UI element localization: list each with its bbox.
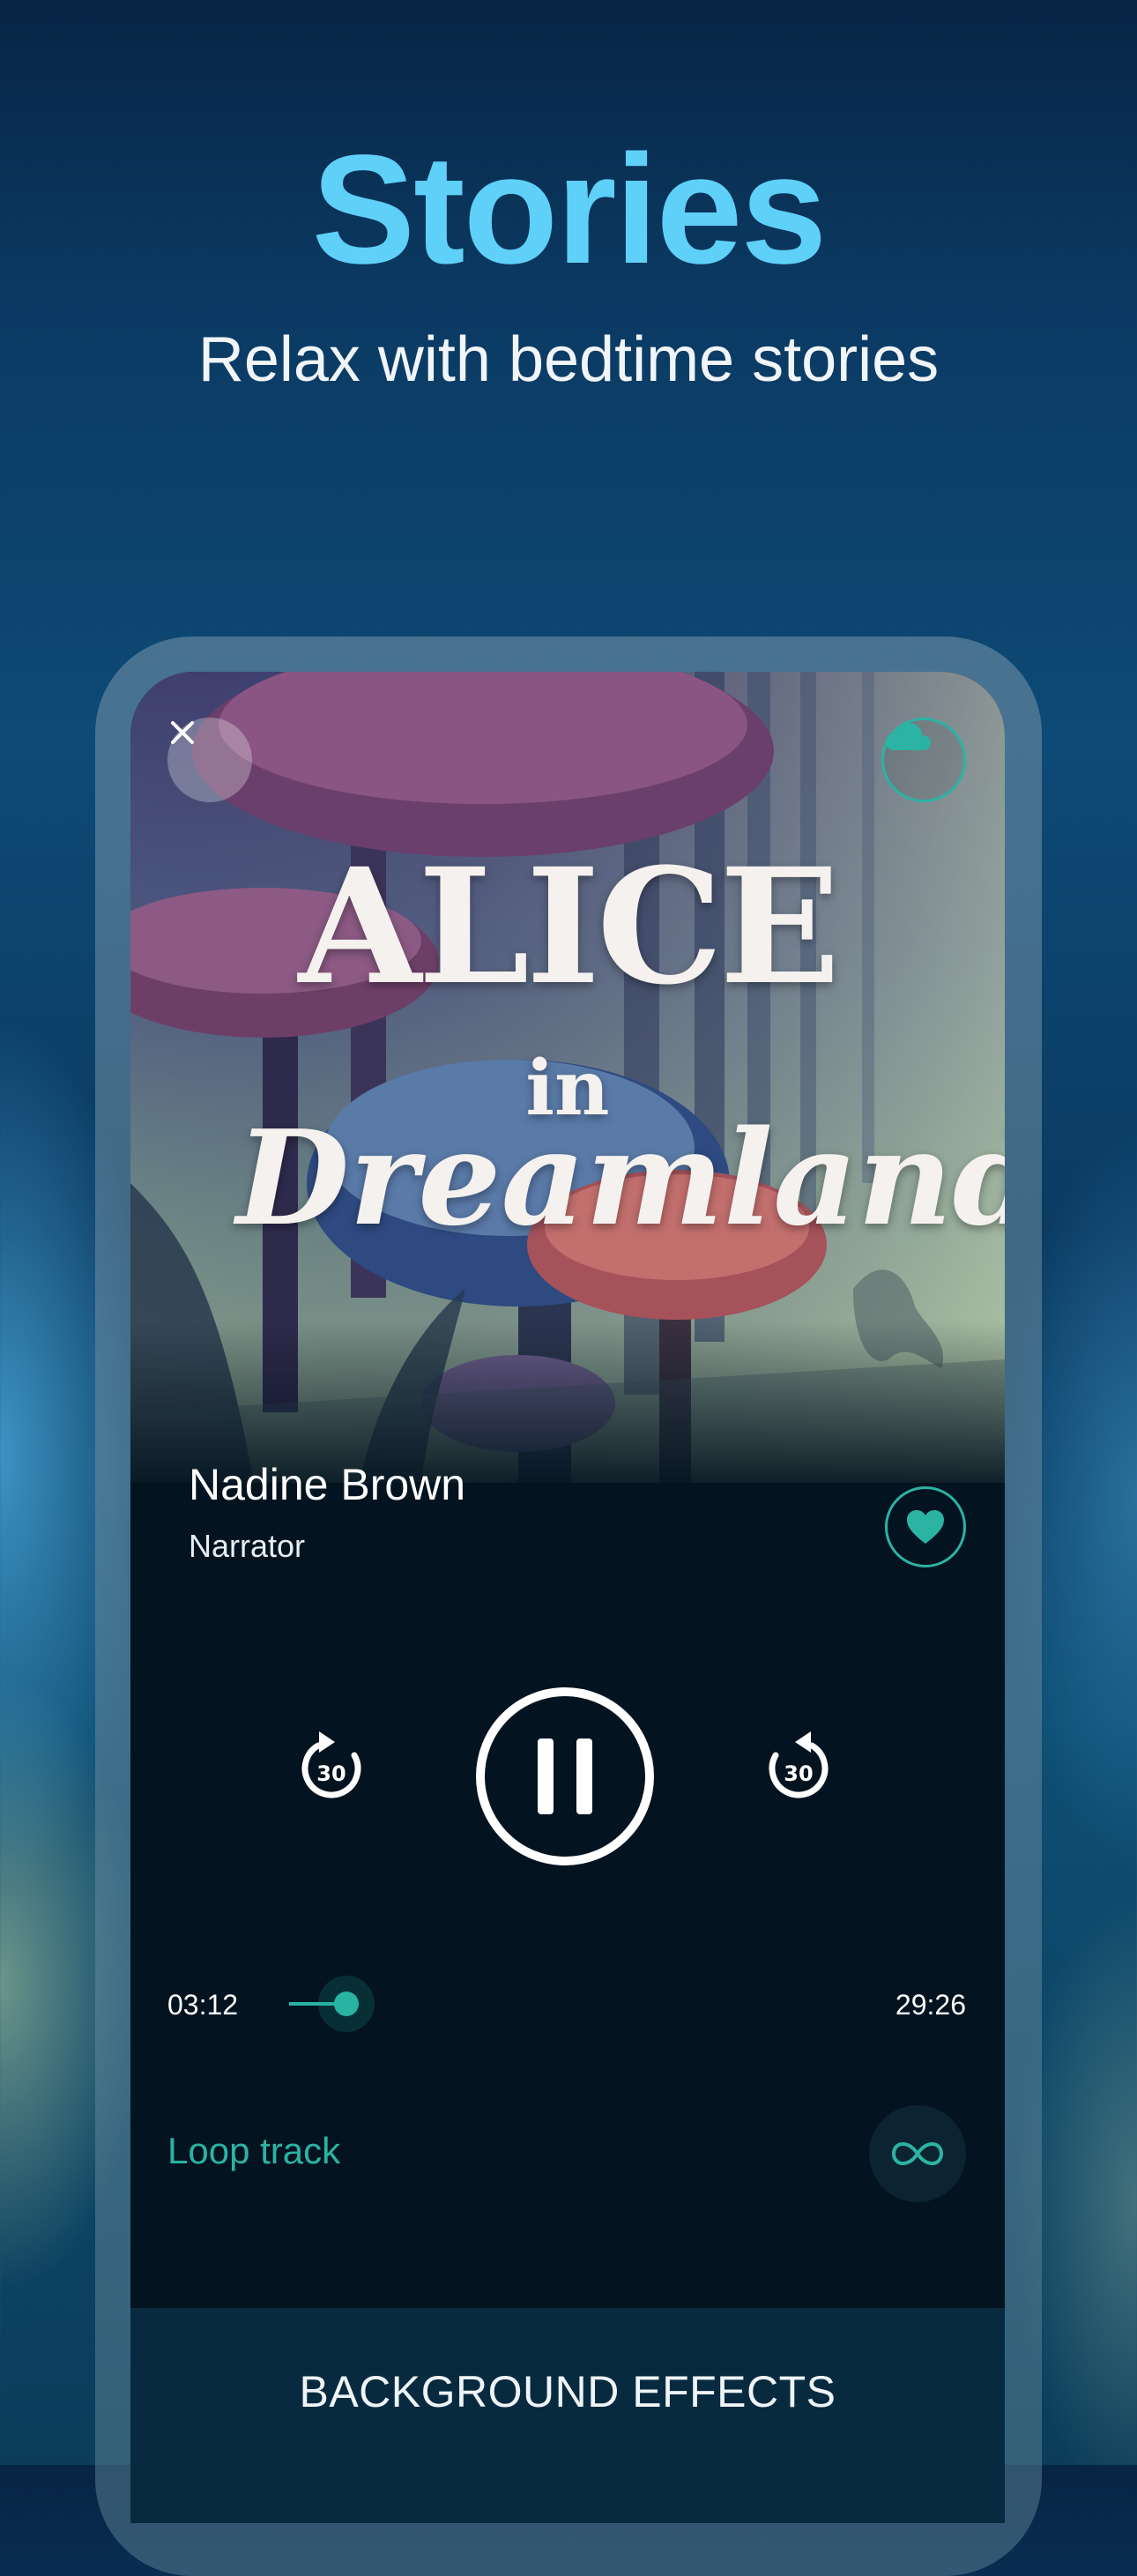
close-icon: [171, 721, 194, 744]
cloud-icon: [885, 722, 931, 750]
favorite-button[interactable]: [885, 1486, 966, 1567]
rewind-30-icon: 30: [301, 1731, 361, 1798]
pause-button[interactable]: [476, 1687, 654, 1865]
rewind-seconds-label: 30: [316, 1761, 346, 1786]
time-elapsed: 03:12: [167, 1989, 239, 2021]
forward-30-icon: 30: [769, 1731, 829, 1798]
background-effects-label[interactable]: BACKGROUND EFFECTS: [130, 2366, 1005, 2417]
story-artwork: ALICE in Dreamland: [130, 672, 1005, 1483]
download-button[interactable]: [881, 718, 966, 802]
narrator-role: Narrator: [189, 1528, 306, 1564]
artwork-title-line3: Dreamland: [236, 1101, 1005, 1254]
close-button[interactable]: [167, 718, 252, 802]
forward-button[interactable]: 30: [762, 1730, 836, 1804]
rewind-button[interactable]: 30: [294, 1730, 368, 1804]
loop-toggle-button[interactable]: [869, 2105, 966, 2202]
forward-seconds-label: 30: [784, 1761, 813, 1786]
hero-title: Stories: [311, 123, 828, 296]
pause-icon-bar-left: [538, 1738, 554, 1814]
player-screen: ALICE in Dreamland Nadine Brown Narrator…: [130, 672, 1005, 2523]
loop-track-label[interactable]: Loop track: [167, 2130, 340, 2172]
progress-slider-handle[interactable]: [318, 1976, 375, 2032]
narrator-name: Nadine Brown: [189, 1460, 466, 1509]
infinity-icon: [891, 2141, 944, 2166]
artwork-title-line1: ALICE: [298, 834, 841, 1020]
hero-subtitle: Relax with bedtime stories: [197, 324, 940, 395]
heart-icon: [907, 1510, 944, 1544]
time-total: 29:26: [895, 1989, 966, 2021]
progress-knob-dot: [334, 1992, 360, 2016]
pause-icon-bar-right: [576, 1738, 592, 1814]
